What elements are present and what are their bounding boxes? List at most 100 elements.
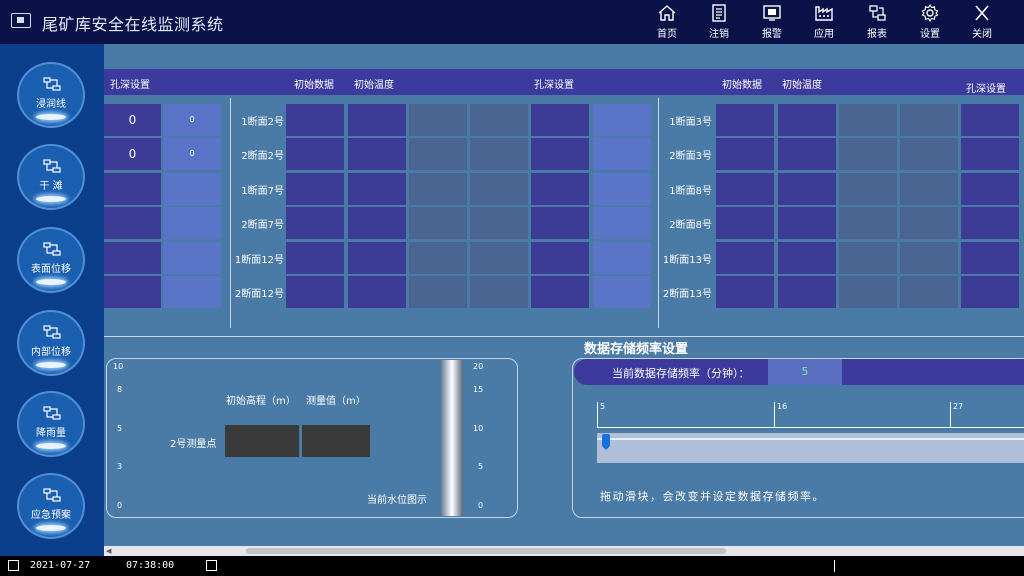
initial-temp-input[interactable]	[778, 207, 836, 239]
hole-depth-input[interactable]	[961, 276, 1019, 308]
data-cell[interactable]	[900, 104, 958, 136]
sidebar-item-surface-displacement[interactable]: 表面位移	[17, 227, 85, 293]
hole-depth-small-input[interactable]: 0	[163, 138, 221, 170]
sidebar-item-internal-displacement[interactable]: 内部位移	[17, 310, 85, 376]
data-cell[interactable]	[409, 276, 467, 308]
settings-button[interactable]: 设置	[908, 4, 952, 42]
data-cell[interactable]	[900, 173, 958, 205]
data-cell[interactable]	[470, 138, 528, 170]
data-cell[interactable]	[409, 207, 467, 239]
sidebar: 浸润线 干 滩 表面位移 内部位移 降雨量 应急预案	[0, 44, 104, 556]
hole-depth-input[interactable]	[104, 173, 161, 205]
hole-depth-input[interactable]: 0	[104, 138, 161, 170]
initial-data-input[interactable]	[286, 242, 344, 274]
data-cell[interactable]	[900, 276, 958, 308]
hole-depth-input[interactable]	[531, 173, 589, 205]
initial-data-input[interactable]	[716, 242, 774, 274]
initial-data-input[interactable]	[286, 207, 344, 239]
hole-depth-input[interactable]	[531, 242, 589, 274]
hole-depth-input[interactable]	[531, 138, 589, 170]
initial-data-input[interactable]	[716, 104, 774, 136]
initial-temp-input[interactable]	[348, 138, 406, 170]
initial-data-input[interactable]	[716, 173, 774, 205]
hole-depth-small-input[interactable]	[593, 242, 651, 274]
frequency-slider-thumb[interactable]	[602, 434, 610, 450]
scrollbar-thumb[interactable]	[246, 548, 726, 554]
reports-button[interactable]: 报表	[855, 4, 899, 42]
hole-depth-small-input[interactable]	[593, 104, 651, 136]
sidebar-item-seepage-line[interactable]: 浸润线	[17, 62, 85, 128]
data-cell[interactable]	[470, 242, 528, 274]
initial-temp-input[interactable]	[778, 138, 836, 170]
initial-data-input[interactable]	[716, 276, 774, 308]
initial-data-input[interactable]	[286, 276, 344, 308]
hole-depth-input[interactable]	[961, 242, 1019, 274]
apps-button[interactable]: 应用	[802, 4, 846, 42]
ruler-label: 5	[600, 402, 606, 411]
hole-depth-input[interactable]	[961, 104, 1019, 136]
sidebar-item-emergency-plan[interactable]: 应急预案	[17, 473, 85, 539]
logout-button[interactable]: 注销	[697, 4, 741, 42]
hole-depth-input[interactable]	[531, 276, 589, 308]
data-cell[interactable]	[470, 207, 528, 239]
data-cell[interactable]	[409, 242, 467, 274]
data-cell[interactable]	[470, 276, 528, 308]
initial-data-input[interactable]	[286, 173, 344, 205]
hole-depth-small-input[interactable]	[163, 173, 221, 205]
hole-depth-small-input[interactable]	[163, 242, 221, 274]
hole-depth-input[interactable]: 0	[104, 104, 161, 136]
hole-depth-small-input[interactable]	[593, 276, 651, 308]
initial-data-input[interactable]	[716, 138, 774, 170]
scroll-left-icon[interactable]: ◀	[106, 547, 111, 555]
initial-temp-input[interactable]	[348, 207, 406, 239]
data-cell[interactable]	[839, 207, 897, 239]
data-cell[interactable]	[900, 138, 958, 170]
sidebar-item-dry-beach[interactable]: 干 滩	[17, 144, 85, 210]
data-cell[interactable]	[409, 138, 467, 170]
data-cell[interactable]	[409, 173, 467, 205]
hole-depth-small-input[interactable]	[593, 138, 651, 170]
hole-depth-small-input[interactable]	[163, 276, 221, 308]
data-cell[interactable]	[900, 242, 958, 274]
initial-temp-input[interactable]	[778, 173, 836, 205]
hole-depth-input[interactable]	[961, 173, 1019, 205]
initial-data-input[interactable]	[286, 138, 344, 170]
document-icon[interactable]	[206, 560, 217, 571]
data-cell[interactable]	[839, 104, 897, 136]
data-cell[interactable]	[409, 104, 467, 136]
data-cell[interactable]	[839, 173, 897, 205]
data-cell[interactable]	[839, 242, 897, 274]
sidebar-item-rainfall[interactable]: 降雨量	[17, 391, 85, 457]
hole-depth-small-input[interactable]	[593, 173, 651, 205]
glow-indicator	[36, 279, 66, 285]
hole-depth-small-input[interactable]: 0	[163, 104, 221, 136]
home-button[interactable]: 首页	[645, 4, 689, 42]
hole-depth-input[interactable]	[531, 207, 589, 239]
horizontal-scrollbar[interactable]: ◀	[104, 546, 1024, 556]
initial-temp-input[interactable]	[348, 173, 406, 205]
header-initial-data-1: 初始数据	[294, 80, 334, 91]
hole-depth-input[interactable]	[104, 207, 161, 239]
hole-depth-input[interactable]	[531, 104, 589, 136]
hole-depth-input[interactable]	[104, 276, 161, 308]
initial-temp-input[interactable]	[348, 104, 406, 136]
data-cell[interactable]	[470, 104, 528, 136]
initial-temp-input[interactable]	[778, 104, 836, 136]
hole-depth-small-input[interactable]	[593, 207, 651, 239]
data-cell[interactable]	[839, 138, 897, 170]
hole-depth-small-input[interactable]	[163, 207, 221, 239]
hole-depth-input[interactable]	[104, 242, 161, 274]
initial-data-input[interactable]	[286, 104, 344, 136]
initial-data-input[interactable]	[716, 207, 774, 239]
hole-depth-input[interactable]	[961, 138, 1019, 170]
data-cell[interactable]	[900, 207, 958, 239]
hole-depth-input[interactable]	[961, 207, 1019, 239]
initial-temp-input[interactable]	[778, 242, 836, 274]
initial-temp-input[interactable]	[348, 276, 406, 308]
data-cell[interactable]	[470, 173, 528, 205]
close-button[interactable]: 关闭	[960, 4, 1004, 42]
initial-temp-input[interactable]	[778, 276, 836, 308]
alarm-button[interactable]: 报警	[750, 4, 794, 42]
data-cell[interactable]	[839, 276, 897, 308]
initial-temp-input[interactable]	[348, 242, 406, 274]
